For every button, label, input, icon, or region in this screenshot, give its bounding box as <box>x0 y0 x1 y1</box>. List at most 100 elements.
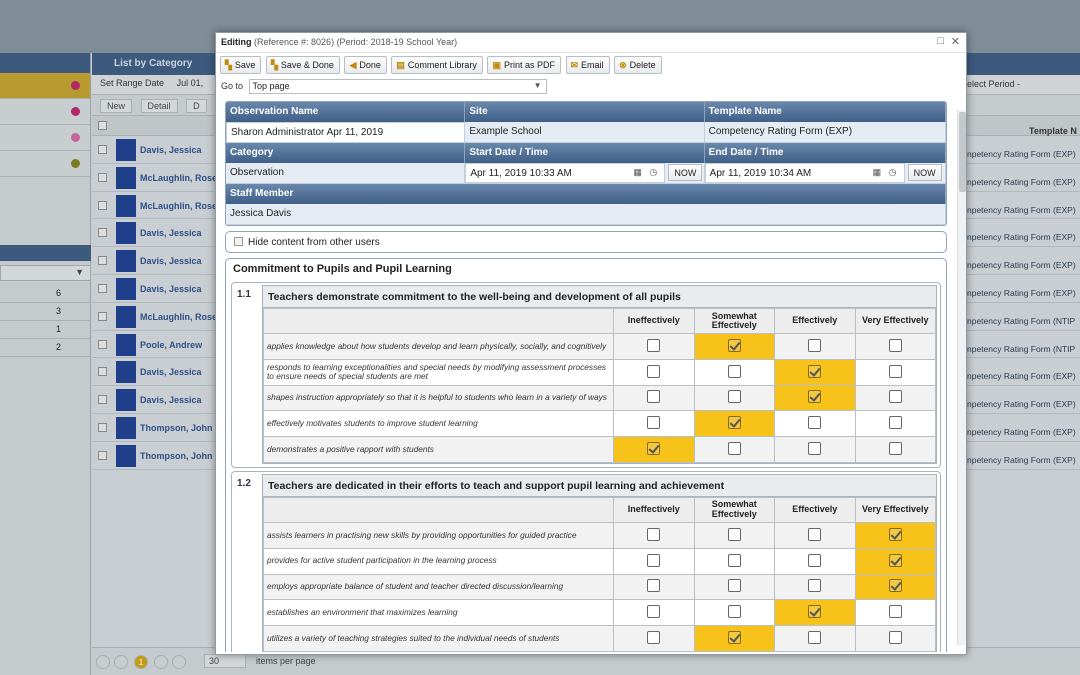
checked-box-icon[interactable] <box>808 364 822 378</box>
rating-cell[interactable] <box>693 333 775 360</box>
checked-box-icon[interactable] <box>808 605 822 619</box>
rating-cell[interactable] <box>774 410 856 438</box>
clock-icon[interactable]: ◷ <box>649 167 657 178</box>
rating-cell[interactable] <box>693 573 775 601</box>
template-column-header[interactable]: Template N <box>967 120 1080 140</box>
rating-cell[interactable] <box>613 358 695 386</box>
checked-box-icon[interactable] <box>727 416 741 430</box>
rating-cell[interactable] <box>693 599 775 627</box>
checkbox[interactable] <box>808 527 822 541</box>
dialog-scrollbar[interactable] <box>957 110 966 645</box>
rating-cell[interactable] <box>693 625 775 652</box>
checkbox[interactable] <box>888 442 902 456</box>
checked-box-icon[interactable] <box>727 631 741 645</box>
checkbox[interactable] <box>888 338 902 352</box>
set-range-button[interactable]: Set Range Date <box>100 78 164 88</box>
checkbox[interactable] <box>727 364 741 378</box>
row-checkbox[interactable] <box>98 256 107 266</box>
close-icon[interactable]: ✕ <box>951 35 960 48</box>
rating-cell[interactable] <box>854 521 936 549</box>
rating-cell[interactable] <box>613 333 695 360</box>
rating-cell[interactable] <box>693 358 775 386</box>
rating-cell[interactable] <box>613 573 695 601</box>
category-item[interactable] <box>0 151 90 177</box>
checkbox[interactable] <box>727 527 741 541</box>
rating-cell[interactable] <box>774 358 856 386</box>
rating-cell[interactable] <box>693 384 775 412</box>
staff-name[interactable]: McLaughlin, Rose <box>140 312 216 322</box>
rating-cell[interactable] <box>854 547 936 575</box>
save-button[interactable]: ▚ Save <box>220 56 262 74</box>
end-now-button[interactable]: NOW <box>907 164 942 181</box>
scrollbar-thumb[interactable] <box>959 112 966 192</box>
checkbox[interactable] <box>808 338 822 352</box>
rating-cell[interactable] <box>613 625 695 652</box>
calendar-icon[interactable]: ▦ <box>873 167 882 178</box>
rating-cell[interactable] <box>774 573 856 601</box>
period-select[interactable]: elect Period - <box>967 76 1080 94</box>
rating-cell[interactable] <box>613 384 695 412</box>
rating-cell[interactable] <box>693 436 775 463</box>
print-pdf-button[interactable]: ▣ Print as PDF <box>487 56 561 74</box>
row-checkbox[interactable] <box>98 422 107 432</box>
staff-name[interactable]: Davis, Jessica <box>140 367 216 377</box>
count-item[interactable]: 2 <box>0 339 91 357</box>
checkbox[interactable] <box>888 631 902 645</box>
rating-cell[interactable] <box>774 333 856 360</box>
count-item[interactable]: 3 <box>0 303 91 321</box>
row-checkbox[interactable] <box>98 145 107 154</box>
calendar-icon[interactable]: ▦ <box>633 167 642 178</box>
checkbox[interactable] <box>647 416 661 430</box>
rating-cell[interactable] <box>613 521 695 549</box>
rating-cell[interactable] <box>613 410 695 438</box>
observation-name-input[interactable]: Sharon Administrator Apr 11, 2019 <box>226 122 466 143</box>
checked-box-icon[interactable] <box>727 338 741 352</box>
row-checkbox[interactable] <box>98 172 107 182</box>
row-checkbox[interactable] <box>98 367 107 377</box>
more-button[interactable]: D <box>186 99 207 113</box>
staff-name[interactable]: Davis, Jessica <box>140 395 216 405</box>
checkbox[interactable] <box>808 579 822 593</box>
category-item[interactable] <box>0 73 90 99</box>
last-page-icon[interactable] <box>172 655 186 669</box>
detail-button[interactable]: Detail <box>140 99 178 113</box>
select-all-checkbox[interactable] <box>98 121 107 130</box>
delete-button[interactable]: ⊗ Delete <box>614 56 662 74</box>
row-checkbox[interactable] <box>98 339 107 349</box>
checkbox[interactable] <box>888 416 902 430</box>
staff-name[interactable]: McLaughlin, Rose <box>140 201 216 211</box>
rating-cell[interactable] <box>774 521 856 549</box>
staff-name[interactable]: Davis, Jessica <box>140 256 216 266</box>
rating-cell[interactable] <box>693 521 775 549</box>
staff-name[interactable]: Thompson, John <box>140 423 216 433</box>
goto-select[interactable]: Top page ▼ <box>248 79 547 94</box>
staff-name[interactable]: Davis, Jessica <box>140 145 216 155</box>
clock-icon[interactable]: ◷ <box>889 167 897 178</box>
row-checkbox[interactable] <box>98 200 107 210</box>
rating-cell[interactable] <box>613 547 695 575</box>
rating-cell[interactable] <box>693 410 775 438</box>
page-size-select[interactable]: 30 <box>204 654 246 668</box>
checkbox[interactable] <box>647 338 661 352</box>
staff-name[interactable]: McLaughlin, Rose <box>140 173 216 183</box>
checkbox[interactable] <box>647 364 661 378</box>
next-page-icon[interactable] <box>154 655 168 669</box>
category-item[interactable] <box>0 99 90 125</box>
checkbox[interactable] <box>888 364 902 378</box>
checkbox[interactable] <box>647 553 661 567</box>
row-checkbox[interactable] <box>98 450 107 460</box>
rating-cell[interactable] <box>774 384 856 412</box>
rating-cell[interactable] <box>774 599 856 627</box>
rating-cell[interactable] <box>854 625 936 652</box>
done-button[interactable]: ◀ Done <box>344 56 387 74</box>
checkbox[interactable] <box>808 416 822 430</box>
checked-box-icon[interactable] <box>888 579 902 593</box>
prev-page-icon[interactable] <box>114 655 128 669</box>
new-button[interactable]: New <box>100 99 133 113</box>
rating-cell[interactable] <box>693 547 775 575</box>
checkbox[interactable] <box>647 390 661 404</box>
rating-cell[interactable] <box>854 384 936 412</box>
rating-cell[interactable] <box>774 547 856 575</box>
checkbox[interactable] <box>727 390 741 404</box>
checkbox[interactable] <box>888 605 902 619</box>
